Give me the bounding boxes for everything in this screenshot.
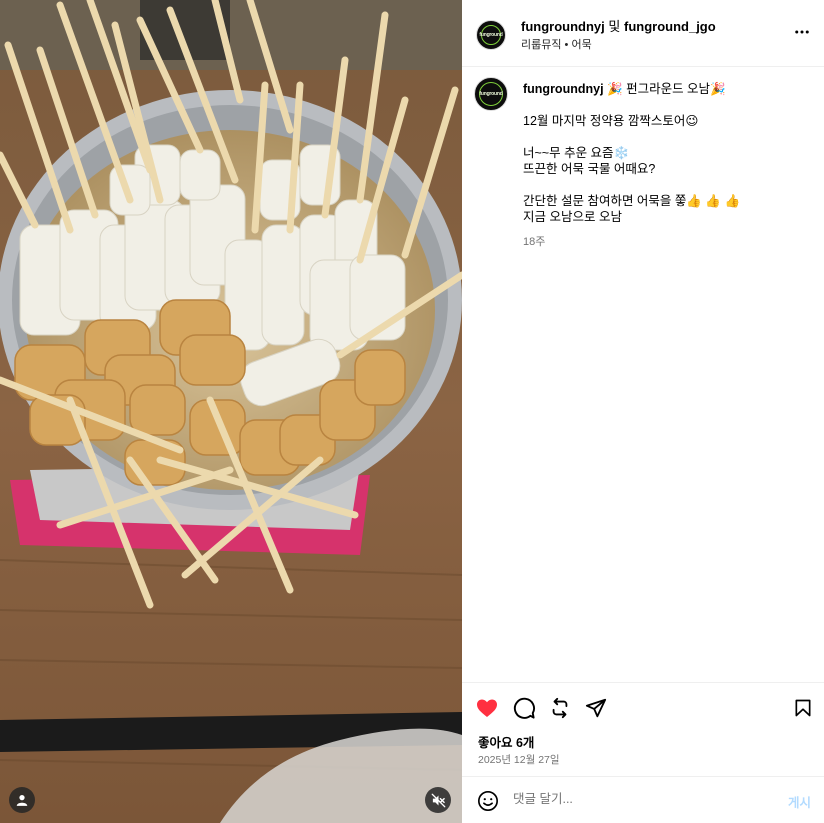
author-avatar[interactable]: funground bbox=[476, 20, 506, 50]
ellipsis-icon bbox=[795, 30, 809, 34]
audio-and-location[interactable]: 리룹뮤직 • 어묵 bbox=[521, 36, 592, 52]
author-username[interactable]: fungroundnyj bbox=[521, 19, 605, 34]
likes-count[interactable]: 좋아요 6개 bbox=[478, 732, 534, 751]
caption-line: 뜨끈한 어묵 국물 어때요? bbox=[523, 162, 656, 176]
post-media[interactable] bbox=[0, 0, 462, 823]
speaker-muted-icon bbox=[431, 793, 445, 807]
caption-line: 너~~무 추운 요즘❄️ bbox=[523, 146, 630, 160]
odeng-skewers-photo bbox=[0, 0, 462, 823]
caption-line: 지금 오남으로 오남 bbox=[523, 210, 622, 224]
send-icon bbox=[585, 698, 607, 718]
post-caption: fungroundnyj 🎉 펀그라운드 오남🎉 12월 마지막 정약용 깜짝스… bbox=[523, 81, 813, 225]
caption-line: 12월 마지막 정약용 깜짝스토어😉 bbox=[523, 114, 699, 128]
caption-line: 간단한 설문 참여하면 어묵을 쫗👍 👍 👍 bbox=[523, 194, 741, 208]
comment-input[interactable] bbox=[513, 792, 753, 806]
post-authors: fungroundnyj 및 funground_jgo bbox=[521, 16, 716, 35]
emoji-button[interactable] bbox=[475, 788, 501, 814]
caption-title: 🎉 펀그라운드 오남🎉 bbox=[607, 82, 726, 96]
post-header: funground fungroundnyj 및 funground_jgo 리… bbox=[462, 0, 824, 67]
smiley-icon bbox=[478, 791, 498, 811]
comment-bar: 게시 bbox=[462, 776, 824, 823]
post-comment-button[interactable]: 게시 bbox=[788, 792, 811, 811]
person-icon bbox=[16, 795, 28, 806]
post-date: 2025년 12월 27일 bbox=[478, 754, 560, 766]
avatar-logo-text: funground bbox=[479, 32, 503, 38]
caption-author-avatar[interactable]: funground bbox=[474, 77, 508, 111]
comment-button[interactable] bbox=[511, 695, 537, 721]
comment-icon bbox=[513, 697, 535, 719]
tagged-users-button[interactable] bbox=[9, 787, 35, 813]
share-button[interactable] bbox=[583, 695, 609, 721]
repost-icon bbox=[552, 697, 568, 719]
heart-filled-icon bbox=[477, 699, 497, 717]
avatar-logo-text: funground bbox=[479, 91, 503, 97]
mute-toggle-button[interactable] bbox=[425, 787, 451, 813]
repost-button[interactable] bbox=[547, 695, 573, 721]
caption-username[interactable]: fungroundnyj bbox=[523, 82, 604, 96]
like-button[interactable] bbox=[474, 695, 500, 721]
more-options-button[interactable] bbox=[792, 22, 812, 42]
authors-joiner: 및 bbox=[608, 19, 621, 34]
post-actions: 좋아요 6개 2025년 12월 27일 bbox=[462, 682, 824, 776]
caption-age: 18주 bbox=[523, 236, 546, 248]
post-side-panel: funground fungroundnyj 및 funground_jgo 리… bbox=[462, 0, 824, 823]
save-button[interactable] bbox=[790, 695, 816, 721]
bookmark-icon bbox=[795, 699, 811, 717]
collaborator-username[interactable]: funground_jgo bbox=[624, 19, 716, 34]
